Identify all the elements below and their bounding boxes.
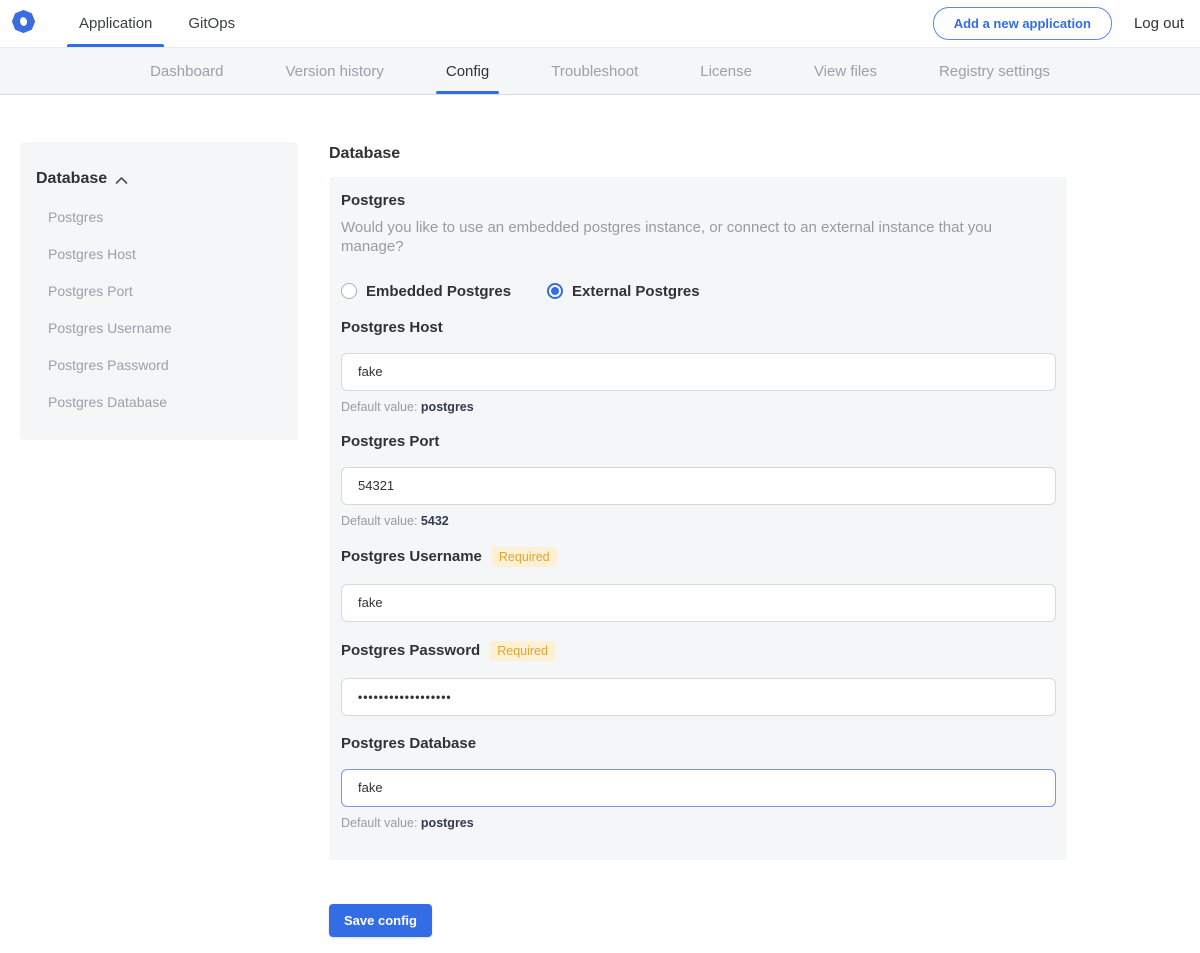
- config-sidebar: Database Postgres Postgres Host Postgres…: [20, 142, 298, 440]
- sidebar-item-postgres-username[interactable]: Postgres Username: [36, 320, 282, 336]
- config-page-content: Database Postgres Postgres Host Postgres…: [0, 95, 1200, 953]
- top-header-bar: Application GitOps Add a new application…: [0, 0, 1200, 48]
- field-postgres-password: Postgres Password Required: [341, 641, 1055, 716]
- subnav-troubleshoot[interactable]: Troubleshoot: [549, 48, 640, 94]
- postgres-host-input[interactable]: [341, 353, 1056, 391]
- logout-link[interactable]: Log out: [1134, 15, 1184, 32]
- postgres-radio-group: Postgres Would you like to use an embedd…: [341, 192, 1055, 300]
- topbar-right-actions: Add a new application Log out: [933, 0, 1184, 47]
- default-value-text: 5432: [421, 514, 449, 528]
- save-row: Save config: [329, 904, 1067, 953]
- subnav-view-files[interactable]: View files: [812, 48, 879, 94]
- postgres-password-label: Postgres Password: [341, 642, 480, 659]
- database-config-panel: Postgres Would you like to use an embedd…: [329, 177, 1067, 860]
- sidebar-item-postgres[interactable]: Postgres: [36, 209, 282, 225]
- radio-selected-icon: [547, 283, 563, 299]
- postgres-host-default-helper: Default value: postgres: [341, 400, 1055, 414]
- default-value-text: postgres: [421, 816, 474, 830]
- chevron-up-icon: [115, 176, 128, 185]
- sidebar-item-postgres-password[interactable]: Postgres Password: [36, 357, 282, 373]
- subnav-registry-settings[interactable]: Registry settings: [937, 48, 1052, 94]
- tab-gitops[interactable]: GitOps: [170, 0, 253, 47]
- radio-embedded-postgres[interactable]: Embedded Postgres: [341, 283, 511, 300]
- tab-application-label: Application: [79, 15, 152, 32]
- radio-embedded-label: Embedded Postgres: [366, 283, 511, 300]
- postgres-group-help-text: Would you like to use an embedded postgr…: [341, 219, 1055, 257]
- required-badge: Required: [492, 547, 557, 567]
- sidebar-item-list: Postgres Postgres Host Postgres Port Pos…: [36, 209, 282, 410]
- tab-gitops-label: GitOps: [188, 15, 235, 32]
- config-main-column: Database Postgres Would you like to use …: [329, 142, 1067, 953]
- add-new-application-button[interactable]: Add a new application: [933, 7, 1112, 40]
- postgres-database-input[interactable]: [341, 769, 1056, 807]
- field-postgres-username: Postgres Username Required: [341, 547, 1055, 622]
- subnav-config[interactable]: Config: [444, 48, 491, 94]
- tab-application[interactable]: Application: [61, 0, 170, 47]
- sidebar-item-postgres-port[interactable]: Postgres Port: [36, 283, 282, 299]
- postgres-password-input[interactable]: [341, 678, 1056, 716]
- postgres-username-input[interactable]: [341, 584, 1056, 622]
- postgres-database-label: Postgres Database: [341, 735, 476, 752]
- postgres-port-input[interactable]: [341, 467, 1056, 505]
- postgres-port-label: Postgres Port: [341, 433, 439, 450]
- postgres-host-label: Postgres Host: [341, 319, 443, 336]
- app-subnav: Dashboard Version history Config Trouble…: [0, 48, 1200, 95]
- default-value-label: Default value:: [341, 400, 417, 414]
- subnav-license[interactable]: License: [698, 48, 754, 94]
- sidebar-group-label: Database: [36, 170, 107, 188]
- save-config-button[interactable]: Save config: [329, 904, 432, 937]
- config-group-title: Database: [329, 145, 1067, 163]
- radio-external-label: External Postgres: [572, 283, 700, 300]
- field-postgres-database: Postgres Database Default value: postgre…: [341, 735, 1055, 830]
- sidebar-group-database[interactable]: Database: [36, 170, 282, 188]
- field-postgres-host: Postgres Host Default value: postgres: [341, 319, 1055, 414]
- postgres-database-default-helper: Default value: postgres: [341, 816, 1055, 830]
- sidebar-item-postgres-host[interactable]: Postgres Host: [36, 246, 282, 262]
- radio-unselected-icon: [341, 283, 357, 299]
- logo-octagon-icon: [12, 10, 35, 38]
- subnav-version-history[interactable]: Version history: [283, 48, 385, 94]
- field-postgres-port: Postgres Port Default value: 5432: [341, 433, 1055, 528]
- postgres-radio-row: Embedded Postgres External Postgres: [341, 283, 1055, 300]
- postgres-group-label: Postgres: [341, 192, 1055, 209]
- required-badge: Required: [490, 641, 555, 661]
- default-value-text: postgres: [421, 400, 474, 414]
- postgres-username-label: Postgres Username: [341, 548, 482, 565]
- radio-external-postgres[interactable]: External Postgres: [547, 283, 700, 300]
- subnav-dashboard[interactable]: Dashboard: [148, 48, 225, 94]
- top-tabs: Application GitOps: [61, 0, 253, 47]
- default-value-label: Default value:: [341, 816, 417, 830]
- app-logo[interactable]: [12, 0, 61, 47]
- postgres-port-default-helper: Default value: 5432: [341, 514, 1055, 528]
- sidebar-item-postgres-database[interactable]: Postgres Database: [36, 394, 282, 410]
- default-value-label: Default value:: [341, 514, 417, 528]
